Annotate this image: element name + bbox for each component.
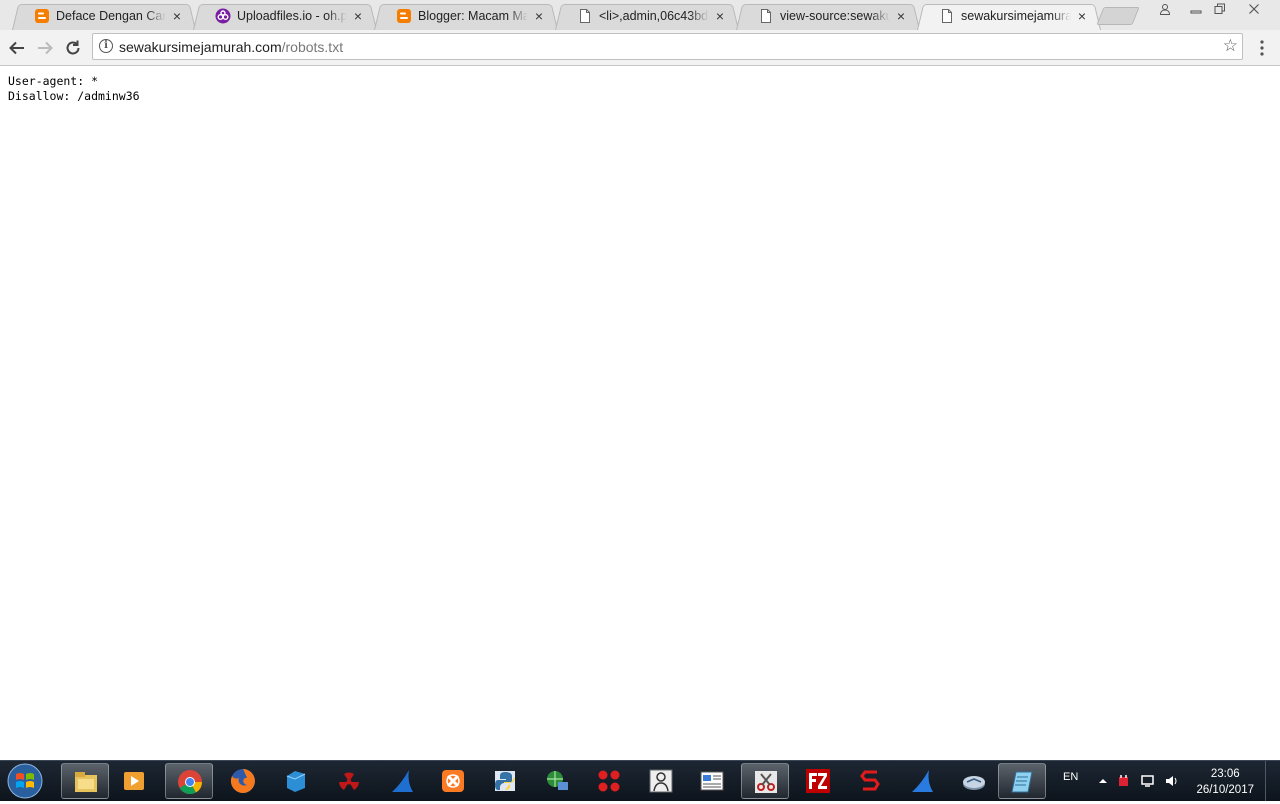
filezilla-icon[interactable] xyxy=(794,763,842,799)
tab-title: Deface Dengan Cara RFI xyxy=(56,8,166,24)
url-path: /robots.txt xyxy=(281,39,344,55)
python-icon[interactable] xyxy=(481,763,529,799)
tab-2[interactable]: Uploadfiles.io - oh.php × xyxy=(193,2,377,30)
snipping-tool-icon[interactable] xyxy=(741,763,789,799)
chrome-icon[interactable] xyxy=(165,763,213,799)
tab-title: view-source:sewakursim xyxy=(780,8,890,24)
info-icon[interactable]: i xyxy=(99,39,113,53)
person-icon[interactable] xyxy=(637,763,685,799)
close-icon[interactable]: × xyxy=(532,9,546,23)
security-flag-icon[interactable] xyxy=(1116,773,1132,789)
close-icon[interactable]: × xyxy=(351,9,365,23)
page-icon xyxy=(761,9,771,23)
start-button[interactable] xyxy=(5,763,45,799)
wireshark-icon[interactable] xyxy=(378,763,426,799)
tab-title: <li>,admin,06c43bd60 xyxy=(599,8,709,24)
restore-icon[interactable] xyxy=(1208,0,1232,18)
back-icon[interactable] xyxy=(6,37,28,59)
robots-txt: User-agent: * Disallow: /adminw36 xyxy=(8,74,140,104)
bookmark-star-icon[interactable]: ☆ xyxy=(1223,36,1238,56)
tab-title: sewakursimejamurah.co xyxy=(961,8,1071,24)
firefox-icon[interactable] xyxy=(219,763,267,799)
network-icon[interactable] xyxy=(533,763,581,799)
tab-4[interactable]: <li>,admin,06c43bd60 × xyxy=(555,2,739,30)
tab-strip: Deface Dengan Cara RFI × Uploadfiles.io … xyxy=(0,0,1280,30)
close-icon[interactable]: × xyxy=(894,9,908,23)
page-content: User-agent: * Disallow: /adminw36 xyxy=(0,66,1280,760)
url-host: sewakursimejamurah.com xyxy=(119,39,282,55)
clock-time: 23:06 xyxy=(1210,768,1240,780)
tab-6-active[interactable]: sewakursimejamurah.co × xyxy=(917,2,1101,30)
profile-icon[interactable] xyxy=(1153,0,1177,18)
robots-line: Disallow: /adminw36 xyxy=(8,89,140,103)
volume-icon[interactable] xyxy=(1164,773,1180,789)
shark-icon[interactable] xyxy=(898,763,946,799)
close-icon[interactable]: × xyxy=(1075,9,1089,23)
close-icon[interactable]: × xyxy=(713,9,727,23)
reload-icon[interactable] xyxy=(62,37,84,59)
tab-5[interactable]: view-source:sewakursim × xyxy=(736,2,920,30)
address-bar[interactable]: i sewakursimejamurah.com/robots.txt ☆ xyxy=(92,33,1243,60)
presentation-icon[interactable] xyxy=(688,763,736,799)
file-explorer-icon[interactable] xyxy=(61,763,109,799)
clock-date: 26/10/2017 xyxy=(1196,784,1254,796)
minimize-icon[interactable] xyxy=(1184,0,1208,18)
dots-app-icon[interactable] xyxy=(585,763,633,799)
tab-title: Uploadfiles.io - oh.php xyxy=(237,8,347,24)
page-icon xyxy=(942,9,952,23)
generic-app-icon[interactable] xyxy=(272,763,320,799)
blogger-icon xyxy=(397,9,411,23)
forward-icon[interactable] xyxy=(34,37,56,59)
tab-1[interactable]: Deface Dengan Cara RFI × xyxy=(12,2,196,30)
blogger-icon xyxy=(35,9,49,23)
red-s-icon[interactable] xyxy=(846,763,894,799)
network-status-icon[interactable] xyxy=(1140,773,1156,789)
xampp-icon[interactable] xyxy=(429,763,477,799)
windows-logo-icon xyxy=(7,763,43,799)
uploadfiles-icon xyxy=(215,8,231,24)
system-tray: EN 23:06 26/10/2017 xyxy=(1050,761,1280,801)
tab-title: Blogger: Macam Macam xyxy=(418,8,528,24)
taskbar: EN 23:06 26/10/2017 xyxy=(0,760,1280,801)
tab-3[interactable]: Blogger: Macam Macam × xyxy=(374,2,558,30)
show-hidden-icons-icon[interactable] xyxy=(1098,776,1108,786)
show-desktop-button[interactable] xyxy=(1265,761,1280,801)
router-icon[interactable] xyxy=(950,763,998,799)
page-icon xyxy=(580,9,590,23)
media-player-icon[interactable] xyxy=(110,763,158,799)
close-icon[interactable]: × xyxy=(170,9,184,23)
language-indicator[interactable]: EN xyxy=(1063,771,1078,783)
address-url: sewakursimejamurah.com/robots.txt xyxy=(119,39,343,55)
menu-icon[interactable] xyxy=(1254,37,1270,59)
browser-toolbar: i sewakursimejamurah.com/robots.txt ☆ xyxy=(0,30,1280,66)
notepad-icon[interactable] xyxy=(998,763,1046,799)
clock[interactable]: 23:06 26/10/2017 xyxy=(1196,766,1254,798)
new-tab-button[interactable] xyxy=(1096,7,1140,25)
radiation-icon[interactable] xyxy=(325,763,373,799)
robots-line: User-agent: * xyxy=(8,74,99,88)
close-window-icon[interactable] xyxy=(1242,0,1266,18)
